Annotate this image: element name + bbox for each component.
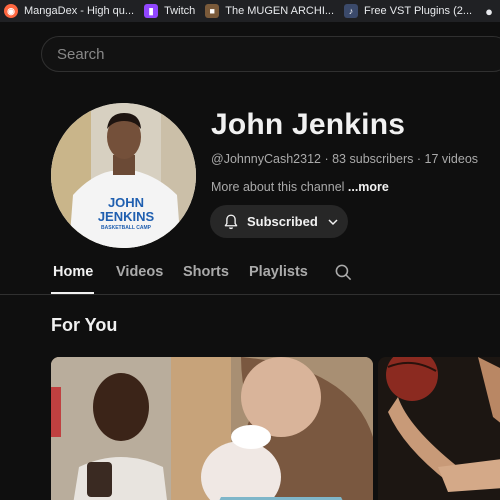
shirt-text-line1: JOHN: [108, 195, 144, 210]
channel-avatar[interactable]: JOHN JENKINS BASKETBALL CAMP: [51, 103, 196, 248]
apple-icon: ●: [485, 3, 493, 19]
avatar-photo: JOHN JENKINS BASKETBALL CAMP: [51, 103, 196, 248]
mugen-icon: ■: [205, 4, 220, 18]
about-more-link[interactable]: ...more: [348, 180, 389, 194]
bookmarks-bar: ◉ MangaDex - High qu... ▮ Twitch ■ The M…: [0, 0, 500, 22]
thumbnail-image: [51, 357, 373, 500]
video-count: 17 videos: [424, 152, 479, 166]
tab-videos[interactable]: Videos: [116, 264, 163, 280]
bookmark-label: The MUGEN ARCHI...: [225, 5, 335, 17]
bookmark-mugen[interactable]: ■ The MUGEN ARCHI...: [201, 0, 340, 22]
bookmark-twitch[interactable]: ▮ Twitch: [140, 0, 201, 22]
bookmark-label: MangaDex - High qu...: [24, 5, 135, 17]
subscribed-button[interactable]: Subscribed: [210, 205, 348, 238]
video-thumbnail[interactable]: [378, 357, 500, 500]
channel-name: John Jenkins: [211, 108, 406, 141]
channel-handle[interactable]: @JohnnyCash2312: [211, 152, 321, 166]
meta-separator: ·: [321, 152, 333, 166]
channel-meta: @JohnnyCash2312 · 83 subscribers · 17 vi…: [211, 152, 478, 166]
subscribed-label: Subscribed: [247, 214, 318, 229]
search-icon[interactable]: [334, 263, 353, 282]
bookmark-label: Free VST Plugins (2...: [364, 5, 473, 17]
channel-tabs: Home Videos Shorts Playlists: [0, 255, 500, 295]
tab-shorts[interactable]: Shorts: [183, 264, 229, 280]
tab-home[interactable]: Home: [53, 264, 93, 280]
shirt-text-line2: JENKINS: [98, 209, 155, 224]
thumbnail-image: [378, 357, 500, 500]
mangadex-icon: ◉: [4, 4, 18, 18]
section-title: For You: [51, 315, 118, 335]
bookmark-icloud[interactable]: ● iCl: [478, 0, 500, 22]
bookmark-label: Twitch: [164, 5, 196, 17]
video-thumbnail[interactable]: [51, 357, 373, 500]
meta-separator: ·: [413, 152, 425, 166]
channel-about-link[interactable]: More about this channel ...more: [211, 180, 389, 194]
chevron-down-icon: [328, 218, 338, 225]
vst-icon: ♪: [344, 4, 359, 18]
bookmark-mangadex[interactable]: ◉ MangaDex - High qu...: [0, 0, 140, 22]
tab-playlists[interactable]: Playlists: [249, 264, 308, 280]
bell-icon: [224, 214, 238, 229]
active-tab-indicator: [51, 292, 94, 294]
search-box[interactable]: [41, 36, 500, 72]
twitch-icon: ▮: [144, 4, 159, 18]
about-text: More about this channel: [211, 180, 348, 194]
search-input[interactable]: [57, 45, 500, 63]
subscriber-count: 83 subscribers: [332, 152, 414, 166]
bookmark-vst[interactable]: ♪ Free VST Plugins (2...: [340, 0, 478, 22]
shirt-text-line3: BASKETBALL CAMP: [101, 225, 152, 231]
